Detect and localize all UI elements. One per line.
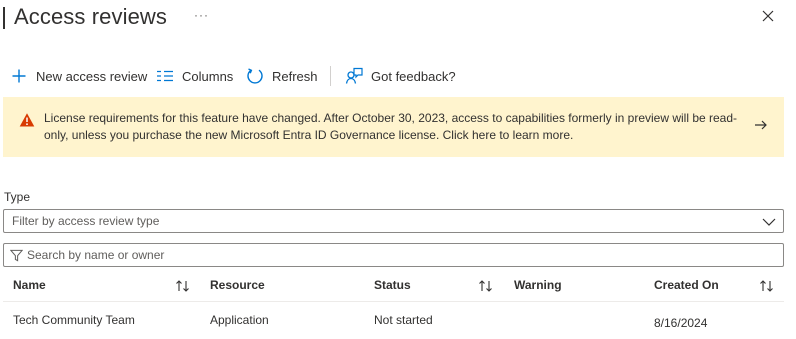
column-header-created-on[interactable]: Created On xyxy=(654,278,719,292)
filter-icon xyxy=(10,249,23,262)
column-header-warning[interactable]: Warning xyxy=(514,278,562,292)
grid-header-row: Name Resource Status Warning Created On xyxy=(3,270,784,302)
new-access-review-button[interactable]: New access review xyxy=(10,62,147,90)
close-button[interactable] xyxy=(760,8,776,24)
feedback-icon xyxy=(345,67,363,85)
type-filter-dropdown[interactable]: Filter by access review type xyxy=(3,209,784,233)
cell-name[interactable]: Tech Community Team xyxy=(13,313,135,327)
license-warning-banner[interactable]: License requirements for this feature ha… xyxy=(3,97,784,157)
cell-created-on: 8/16/2024 xyxy=(654,316,708,330)
cell-resource: Application xyxy=(210,313,269,327)
sort-icon[interactable] xyxy=(175,279,191,293)
sort-icon[interactable] xyxy=(759,279,775,293)
plus-icon xyxy=(10,67,28,85)
column-header-name[interactable]: Name xyxy=(13,278,46,292)
type-filter-label: Type xyxy=(4,190,31,204)
column-header-resource[interactable]: Resource xyxy=(210,278,265,292)
refresh-button[interactable]: Refresh xyxy=(246,62,318,90)
type-filter-placeholder: Filter by access review type xyxy=(12,214,160,228)
toolbar-divider xyxy=(330,66,331,86)
search-box xyxy=(3,243,784,267)
feedback-label: Got feedback? xyxy=(371,68,456,84)
new-access-review-label: New access review xyxy=(36,68,148,84)
cell-status: Not started xyxy=(374,313,433,327)
columns-icon xyxy=(156,67,174,85)
title-accent-bar xyxy=(3,7,5,29)
arrow-right-icon xyxy=(755,120,767,130)
columns-label: Columns xyxy=(182,68,234,84)
columns-button[interactable]: Columns xyxy=(156,62,233,90)
chevron-down-icon xyxy=(762,218,776,226)
close-icon xyxy=(762,10,774,22)
command-bar: New access review Columns Refresh Got fe… xyxy=(0,62,796,90)
warning-icon xyxy=(19,113,35,127)
refresh-label: Refresh xyxy=(272,68,318,84)
search-input[interactable] xyxy=(27,246,767,264)
sort-icon[interactable] xyxy=(478,279,494,293)
banner-message: License requirements for this feature ha… xyxy=(44,111,738,142)
refresh-icon xyxy=(246,67,264,85)
more-options-button[interactable]: ··· xyxy=(194,8,210,24)
feedback-button[interactable]: Got feedback? xyxy=(345,62,456,90)
page-header: Access reviews ··· xyxy=(0,0,796,40)
table-row[interactable]: Tech Community Team Application Not star… xyxy=(3,303,784,339)
page-title: Access reviews xyxy=(14,4,167,29)
column-header-status[interactable]: Status xyxy=(374,278,411,292)
